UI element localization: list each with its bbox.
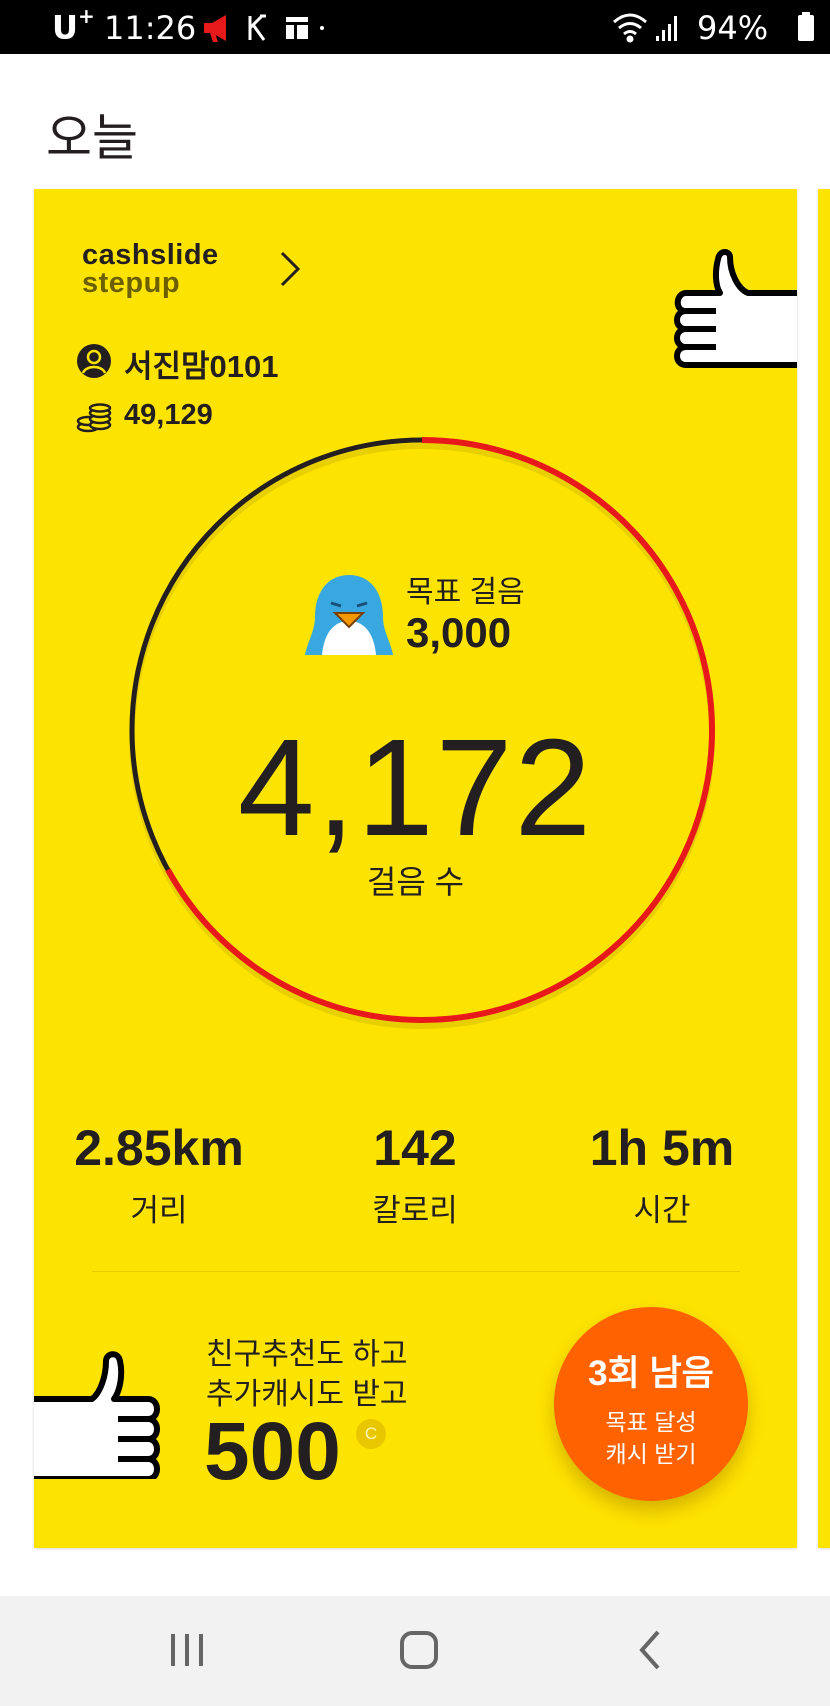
divider [92,1271,740,1272]
goal-label: 목표 걸음 [406,576,525,609]
carrier-label: U+ [52,4,95,47]
coin-badge: C [356,1419,386,1449]
stat-label: 칼로리 [372,1193,458,1228]
megaphone-icon [204,15,226,42]
battery-percent: 94% [697,9,769,47]
chevron-right-icon[interactable] [268,247,308,291]
home-icon[interactable] [379,1620,459,1680]
stat-value: 1h 5m [589,1120,735,1176]
stat-value: 142 [373,1120,457,1176]
dot-icon [320,26,324,30]
thumbs-up-icon [818,339,830,429]
notification-icons [204,14,324,42]
logo-stepup: stepup [82,267,181,299]
status-bar: U+ 11:26 94% [0,0,830,54]
cash-balance: 49,129 [124,399,213,431]
promo-line1: 친구추천도 하고 [206,1338,408,1371]
coins-icon [76,403,112,433]
k-app-icon [248,14,266,41]
system-nav-bar [0,1596,830,1706]
penguin-icon [305,575,393,655]
next-card-peek[interactable] [818,189,830,1548]
back-icon[interactable] [610,1620,690,1680]
thumbs-up-icon [34,1351,160,1479]
list-app-icon [286,17,308,39]
battery-icon [798,12,814,41]
stat-label: 시간 [633,1193,691,1228]
signal-icon [656,16,677,41]
status-time: 11:26 [104,9,197,47]
stat-time: 1h 5m 시간 [542,1119,782,1230]
stat-value: 2.85km [74,1120,244,1176]
stat-label: 거리 [130,1193,188,1228]
thumbs-up-icon [674,249,797,368]
goal-value: 3,000 [406,609,512,656]
wifi-icon [613,13,647,43]
stat-calories: 142 칼로리 [295,1119,535,1230]
recent-apps-icon[interactable] [147,1620,227,1680]
step-count: 4,172 [237,711,594,865]
cta-subtitle-2: 캐시 받기 [605,1441,697,1467]
user-name: 서진맘0101 [124,349,279,384]
user-icon [77,344,111,378]
cta-subtitle-1: 목표 달성 [605,1409,697,1435]
promo-amount: 500 [204,1406,341,1497]
stat-distance: 2.85km 거리 [39,1119,279,1230]
claim-cash-button[interactable]: 3회 남음 목표 달성 캐시 받기 [554,1307,748,1501]
remaining-count: 3회 남음 [588,1354,714,1393]
step-count-label: 걸음 수 [366,864,465,900]
page-title: 오늘 [46,109,138,167]
stepup-card[interactable]: cashslide stepup 서진맘0101 49,129 목표 걸음 3,… [34,189,797,1548]
